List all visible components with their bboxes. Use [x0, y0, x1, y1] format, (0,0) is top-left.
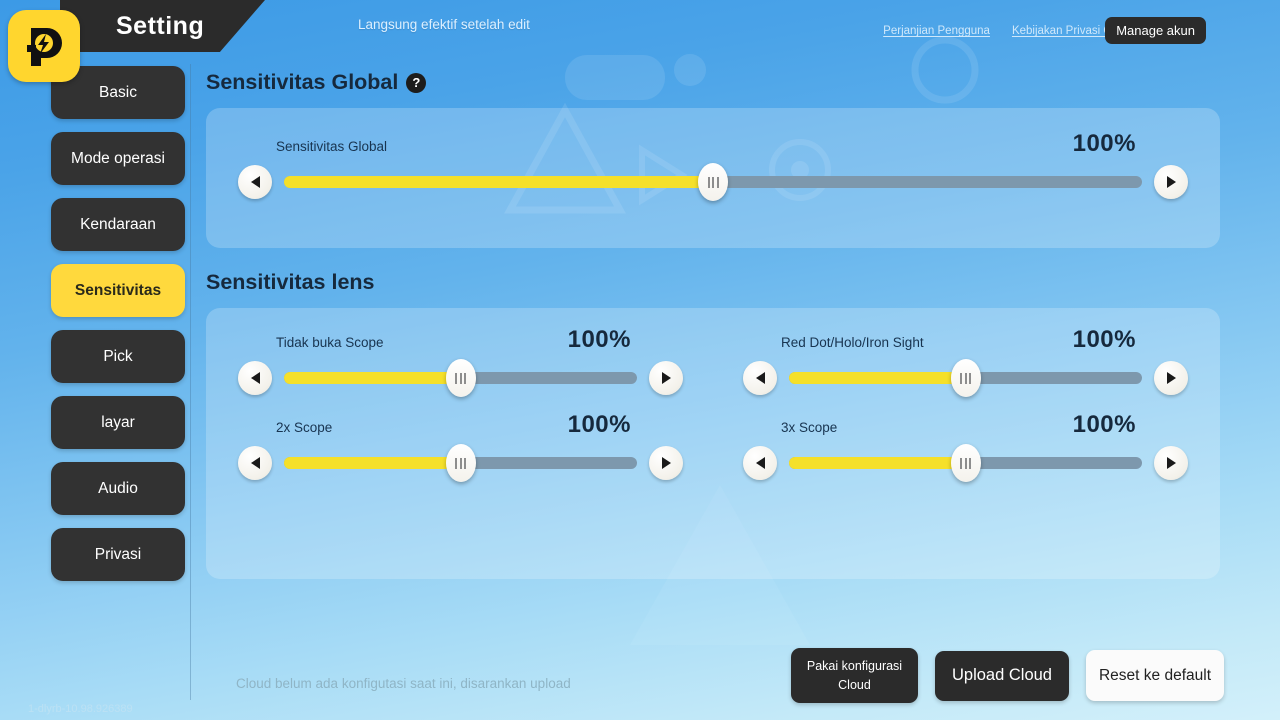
caret-right-icon[interactable] [649, 361, 683, 395]
grip-lines-icon[interactable] [445, 444, 476, 482]
caret-right-icon[interactable] [1154, 361, 1188, 395]
lens-section-label: Sensitivitas lens [206, 270, 375, 294]
slider-row-global: Sensitivitas Global 100% [238, 130, 1188, 201]
effective-hint-text: Langsung efektif setelah edit [358, 17, 530, 32]
lens-sensitivity-card: Tidak buka Scope 100% Red Dot/Holo/Iron … [206, 308, 1220, 579]
use-cloud-config-line2: Cloud [838, 677, 871, 692]
main-content: Sensitivitas Global ? Sensitivitas Globa… [206, 70, 1220, 579]
sidebar-item-pick[interactable]: Pick [51, 330, 185, 383]
slider-label-no-scope: Tidak buka Scope [276, 335, 384, 350]
slider-value-no-scope: 100% [567, 326, 631, 353]
grip-lines-icon[interactable] [698, 163, 728, 201]
sidebar: Basic Mode operasi Kendaraan Sensitivita… [51, 66, 185, 594]
slider-label-red-dot: Red Dot/Holo/Iron Sight [781, 335, 924, 350]
grip-lines-icon[interactable] [950, 444, 981, 482]
sidebar-divider [190, 64, 191, 700]
slider-control-global [238, 163, 1188, 201]
slider-row-no-scope: Tidak buka Scope 100% [238, 326, 683, 397]
grip-lines-icon[interactable] [445, 359, 476, 397]
slider-label-global: Sensitivitas Global [276, 139, 388, 154]
caret-left-icon[interactable] [743, 446, 777, 480]
slider-row-3x-scope: 3x Scope 100% [743, 411, 1188, 482]
page-title: Setting [116, 11, 205, 40]
slider-row-red-dot: Red Dot/Holo/Iron Sight 100% [743, 326, 1188, 397]
caret-left-icon[interactable] [238, 165, 272, 199]
slider-track-no-scope[interactable] [284, 359, 637, 397]
use-cloud-config-line1: Pakai konfigurasi [806, 658, 903, 673]
slider-track-global[interactable] [284, 163, 1142, 201]
cloud-status-note: Cloud belum ada konfigutasi saat ini, di… [236, 676, 571, 691]
footer-button-group: Pakai konfigurasi Cloud Upload Cloud Res… [791, 648, 1224, 703]
slider-row-2x-scope: 2x Scope 100% [238, 411, 683, 482]
sidebar-item-audio[interactable]: Audio [51, 462, 185, 515]
user-agreement-link[interactable]: Perjanjian Pengguna [883, 25, 990, 37]
version-label: 1-dlyrb-10.98.926389 [28, 703, 133, 715]
upload-cloud-button[interactable]: Upload Cloud [935, 650, 1069, 701]
lens-section-title: Sensitivitas lens [206, 270, 1220, 295]
question-mark-icon[interactable]: ? [406, 72, 427, 93]
app-logo-icon[interactable] [8, 10, 80, 82]
caret-left-icon[interactable] [743, 361, 777, 395]
slider-track-red-dot[interactable] [789, 359, 1142, 397]
global-section-title: Sensitivitas Global ? [206, 70, 1220, 95]
sidebar-item-kendaraan[interactable]: Kendaraan [51, 198, 185, 251]
caret-left-icon[interactable] [238, 446, 272, 480]
title-banner: Setting [60, 0, 265, 52]
slider-track-3x-scope[interactable] [789, 444, 1142, 482]
sidebar-item-mode-operasi[interactable]: Mode operasi [51, 132, 185, 185]
slider-label-2x-scope: 2x Scope [276, 420, 333, 435]
top-bar: Setting Langsung efektif setelah edit Pe… [0, 0, 1280, 82]
caret-right-icon[interactable] [1154, 165, 1188, 199]
slider-value-red-dot: 100% [1072, 326, 1136, 353]
reset-default-button[interactable]: Reset ke default [1086, 650, 1224, 701]
grip-lines-icon[interactable] [950, 359, 981, 397]
lens-slider-grid: Tidak buka Scope 100% Red Dot/Holo/Iron … [238, 326, 1188, 482]
slider-value-2x-scope: 100% [567, 411, 631, 438]
sidebar-item-sensitivitas[interactable]: Sensitivitas [51, 264, 185, 317]
caret-right-icon[interactable] [1154, 446, 1188, 480]
bottom-bar: Cloud belum ada konfigutasi saat ini, di… [236, 648, 1224, 703]
sidebar-item-layar[interactable]: layar [51, 396, 185, 449]
slider-head-global: Sensitivitas Global 100% [238, 130, 1188, 158]
slider-value-global: 100% [1072, 130, 1136, 157]
global-sensitivity-card: Sensitivitas Global 100% [206, 108, 1220, 248]
slider-fill-global [284, 176, 713, 188]
use-cloud-config-button[interactable]: Pakai konfigurasi Cloud [791, 648, 918, 703]
caret-left-icon[interactable] [238, 361, 272, 395]
sidebar-item-privasi[interactable]: Privasi [51, 528, 185, 581]
global-section-label: Sensitivitas Global [206, 70, 399, 94]
slider-track-2x-scope[interactable] [284, 444, 637, 482]
caret-right-icon[interactable] [649, 446, 683, 480]
slider-label-3x-scope: 3x Scope [781, 420, 838, 435]
slider-value-3x-scope: 100% [1072, 411, 1136, 438]
manage-account-button[interactable]: Manage akun [1105, 17, 1206, 44]
